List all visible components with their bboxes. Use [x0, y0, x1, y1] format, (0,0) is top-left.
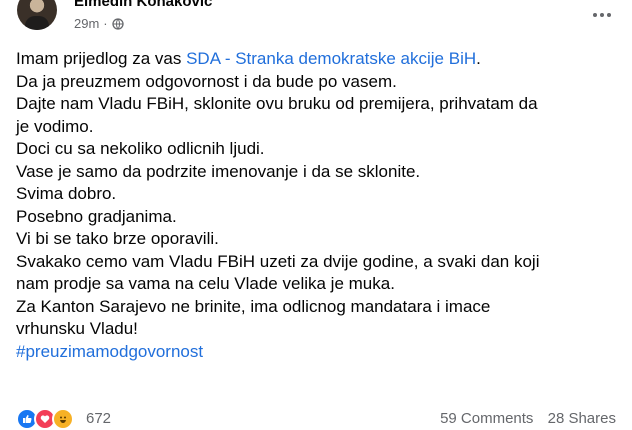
- post-line: Svakako cemo vam Vladu FBiH uzeti za dvi…: [16, 251, 540, 271]
- post-line: Doci cu sa nekoliko odlicnih ljudi.: [16, 139, 265, 158]
- post-header: Elmedin Konaković 29m ·: [0, 0, 632, 40]
- comments-count[interactable]: 59 Comments: [440, 410, 533, 427]
- post-line-suffix: .: [476, 49, 481, 68]
- post-line: Vi bi se tako brze oporavili.: [16, 229, 219, 248]
- post-stats: 59 Comments 28 Shares: [430, 410, 616, 427]
- page-link-sda[interactable]: SDA - Stranka demokratske akcije BiH: [186, 49, 476, 68]
- post-line: Posebno gradjanima.: [16, 206, 177, 226]
- meta-separator: ·: [103, 16, 108, 31]
- post-meta: 29m ·: [74, 16, 124, 31]
- post-text: Imam prijedlog za vas SDA - Stranka demo…: [16, 48, 616, 363]
- globe-icon[interactable]: [111, 17, 124, 30]
- hashtag-link[interactable]: #preuzimamodgovornost: [16, 341, 616, 364]
- post-line: vrhunsku Vladu!: [16, 319, 138, 338]
- post-footer: 672 59 Comments 28 Shares: [16, 406, 616, 430]
- avatar[interactable]: [17, 0, 57, 30]
- reaction-count[interactable]: 672: [86, 410, 111, 427]
- post-line: nam prodje sa vama na celu Vlade velika …: [16, 274, 395, 293]
- post-line: Da ja preuzmem odgovornost i da bude po …: [16, 71, 397, 91]
- post-line: Dajte nam Vladu FBiH, sklonite ovu bruku…: [16, 94, 538, 113]
- haha-icon: [52, 408, 74, 430]
- shares-count[interactable]: 28 Shares: [548, 410, 616, 427]
- post-line-text: Imam prijedlog za vas: [16, 49, 187, 68]
- more-options-icon[interactable]: [588, 6, 616, 24]
- post-line: je vodimo.: [16, 116, 94, 136]
- author-name[interactable]: Elmedin Konaković: [74, 0, 212, 10]
- post-time[interactable]: 29m: [74, 16, 99, 31]
- post-line: Vase je samo da podrzite imenovanje i da…: [16, 161, 421, 181]
- post-line: Imam prijedlog za vas SDA - Stranka demo…: [16, 48, 616, 71]
- post-line: Svima dobro.: [16, 184, 117, 203]
- post-line: Za Kanton Sarajevo ne brinite, ima odlic…: [16, 296, 491, 316]
- reaction-icons[interactable]: [16, 408, 74, 430]
